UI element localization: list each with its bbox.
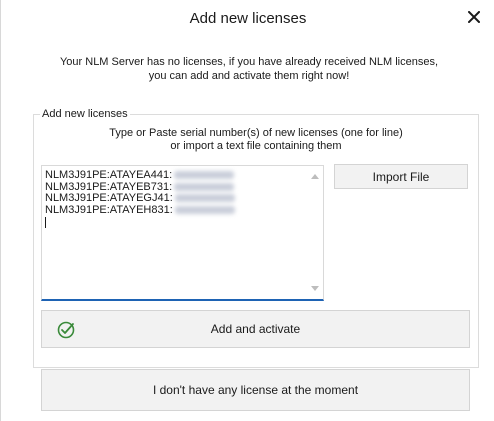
import-file-button[interactable]: Import File [334,164,468,189]
add-and-activate-label: Add and activate [210,322,301,336]
serials-textarea[interactable]: NLM3J91PE:ATAYEA441: NLM3J91PE:ATAYEB731… [41,165,324,301]
instructions-line-1: Type or Paste serial number(s) of new li… [109,127,403,139]
add-licenses-dialog: Add new licenses Your NLM Server has no … [0,0,494,421]
serial-line: NLM3J91PE:ATAYEH831: [45,203,305,217]
no-license-button[interactable]: I don't have any license at the moment [41,369,470,411]
text-caret [45,217,46,228]
intro-line-1: Your NLM Server has no licenses, if you … [59,56,439,68]
scroll-down-arrow-icon[interactable] [311,286,319,291]
serials-lines: NLM3J91PE:ATAYEA441: NLM3J91PE:ATAYEB731… [45,169,305,228]
serial-text: NLM3J91PE:ATAYEH831: [45,203,173,216]
redacted-key [174,205,235,214]
intro-line-2: you can add and activate them right now! [148,70,350,82]
serial-text: NLM3J91PE:ATAYEGJ41: [45,192,173,204]
serials-scrollbar[interactable] [307,166,323,299]
serial-text: NLM3J91PE:ATAYEA441: [45,169,173,181]
dialog-title: Add new licenses [189,10,307,27]
instructions-line-2: or import a text file containing them [170,140,342,152]
close-button[interactable] [463,6,485,28]
scroll-up-arrow-icon[interactable] [311,174,319,179]
instructions-text: Type or Paste serial number(s) of new li… [41,127,471,153]
intro-text: Your NLM Server has no licenses, if you … [21,55,477,83]
close-icon [468,11,480,23]
redacted-key [174,182,235,191]
group-legend: Add new licenses [42,108,128,120]
redacted-key [174,194,235,203]
redacted-key [174,171,235,180]
check-circle-icon [57,321,75,339]
add-and-activate-button[interactable]: Add and activate [41,310,470,348]
serial-text: NLM3J91PE:ATAYEB731: [45,180,173,193]
